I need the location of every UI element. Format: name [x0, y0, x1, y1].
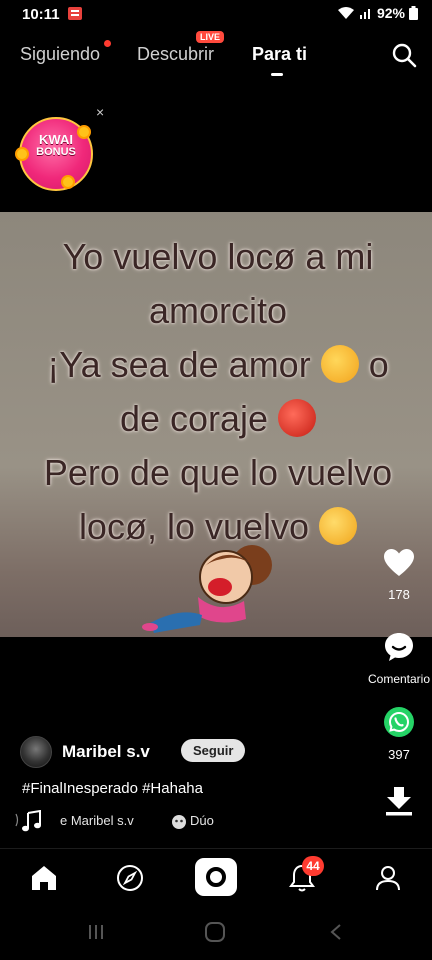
top-nav: Siguiendo Descubrir LIVE Para ti	[0, 31, 432, 80]
coin-icon	[61, 175, 75, 189]
download-icon	[386, 787, 412, 816]
follow-button[interactable]: Seguir	[181, 739, 246, 762]
active-tab-indicator	[271, 73, 283, 76]
tab-para-ti[interactable]: Para ti	[252, 44, 307, 65]
comment-icon	[385, 633, 413, 661]
like-button[interactable]: 178	[360, 548, 432, 602]
angry-emoji-icon	[278, 399, 317, 437]
duo-icon[interactable]	[171, 812, 187, 830]
explore-icon[interactable]	[114, 862, 146, 894]
whatsapp-share-button[interactable]: 397	[360, 706, 432, 762]
kwai-bonus-label: KWAI BONUS	[15, 133, 97, 159]
video-overlay-text: Yo vuelvo locø a mi amorcito ¡Ya sea de …	[6, 230, 430, 554]
video-text-segment: o	[368, 344, 389, 385]
system-navigation-bar	[0, 910, 432, 960]
kwai-label-line1: KWAI	[39, 132, 73, 147]
home-icon[interactable]	[28, 862, 60, 894]
status-time: 10:11	[22, 6, 60, 23]
comment-button[interactable]: Comentario	[360, 631, 432, 686]
video-text-line: amorcito	[148, 290, 288, 331]
video-text-line: ¡Ya sea de amor o	[6, 338, 430, 392]
video-text-line: de coraje	[6, 392, 430, 446]
video-text-line: Yo vuelvo locø a mi	[62, 236, 374, 277]
share-count: 397	[388, 747, 410, 762]
heart-eyes-emoji-icon	[320, 345, 359, 383]
like-count: 178	[388, 587, 410, 602]
whatsapp-icon	[384, 707, 414, 737]
avatar[interactable]	[20, 736, 52, 768]
wifi-icon	[337, 7, 354, 19]
live-badge: LIVE	[196, 31, 225, 43]
divider	[0, 848, 432, 849]
search-icon[interactable]	[391, 42, 417, 68]
laughing-cartoon-sticker	[142, 545, 272, 633]
heart-icon	[384, 549, 414, 576]
author-name[interactable]: Maribel s.v	[62, 742, 150, 762]
status-right: 92%	[337, 5, 418, 21]
music-row[interactable]: e Maribel s.v Dúo	[14, 810, 274, 834]
battery-icon	[409, 6, 418, 20]
comment-label: Comentario	[367, 672, 431, 686]
music-title: e Maribel s.v	[60, 813, 134, 828]
battery-percent: 92%	[376, 5, 405, 21]
duo-label[interactable]: Dúo	[190, 813, 214, 828]
status-bar: 10:11 92%	[0, 0, 432, 30]
music-note-icon	[15, 810, 41, 832]
laughing-emoji-icon	[319, 507, 358, 545]
tab-descubrir[interactable]: Descubrir	[137, 44, 214, 65]
kwai-bonus-button[interactable]: KWAI BONUS	[15, 117, 95, 193]
home-system-icon[interactable]	[204, 922, 226, 942]
video-caption[interactable]: #FinalInesperado #Hahaha	[22, 780, 203, 797]
new-content-dot	[104, 40, 111, 47]
notification-count-badge: 44	[302, 856, 324, 876]
kwai-label-line2: BONUS	[36, 146, 76, 158]
bottom-nav	[0, 850, 432, 906]
camera-button[interactable]	[195, 858, 237, 896]
author-row: Maribel s.v Seguir	[20, 736, 260, 768]
profile-icon[interactable]	[372, 862, 404, 894]
signal-icon	[359, 9, 370, 19]
video-text-segment: ¡Ya sea de amor	[47, 344, 311, 385]
video-text-line: Pero de que lo vuelvo	[43, 452, 393, 493]
recent-apps-icon[interactable]	[86, 922, 106, 942]
notification-icon	[68, 7, 82, 20]
download-button[interactable]	[360, 786, 432, 821]
back-icon[interactable]	[328, 922, 344, 942]
tab-siguiendo[interactable]: Siguiendo	[20, 44, 100, 65]
close-icon[interactable]: ×	[96, 104, 104, 120]
video-text-segment: de coraje	[119, 398, 269, 439]
